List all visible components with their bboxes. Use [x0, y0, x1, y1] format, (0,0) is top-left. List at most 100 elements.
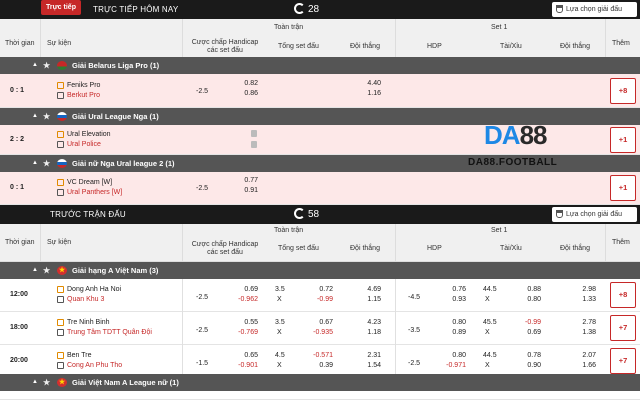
more-markets-button[interactable]: +1: [610, 127, 636, 153]
da88-logo: DA88 DA88.FOOTBALL: [468, 120, 590, 174]
odds-hcp-away[interactable]: -0.901: [232, 362, 258, 369]
more-markets-button[interactable]: +8: [610, 282, 636, 308]
league-header[interactable]: ▲ ★ Giải Belarus Liga Pro (1): [0, 57, 640, 74]
away-team[interactable]: Ural Police: [67, 141, 101, 148]
odds-hdp-away[interactable]: 0.93: [440, 296, 466, 303]
odds-tot-home[interactable]: -0.571: [307, 352, 333, 359]
odds-tot-home[interactable]: 0.67: [307, 319, 333, 326]
favorite-star-icon[interactable]: ★: [43, 57, 50, 74]
collapse-icon[interactable]: ▲: [32, 57, 38, 74]
odds-tot-away[interactable]: 0.39: [307, 362, 333, 369]
handicap-home-odds[interactable]: 0.77: [232, 177, 258, 184]
refresh-icon[interactable]: [294, 208, 305, 219]
header-fulltime: Toàn trận: [274, 227, 304, 234]
collapse-icon[interactable]: ▲: [32, 374, 38, 391]
collapse-icon[interactable]: ▲: [32, 155, 38, 172]
more-markets-button[interactable]: +1: [610, 175, 636, 201]
league-picker-button[interactable]: Lựa chọn giải đấu: [552, 207, 637, 222]
odds-s1-win-away[interactable]: 1.66: [570, 362, 596, 369]
winner-home-odds[interactable]: 4.40: [355, 80, 381, 87]
home-team[interactable]: Tre Ninh Binh: [67, 319, 110, 326]
league-name: Giải hạng A Việt Nam (3): [72, 266, 159, 275]
odds-ou-away[interactable]: 0.90: [515, 362, 541, 369]
away-team[interactable]: Quan Khu 3: [67, 296, 104, 303]
header-set1: Set 1: [491, 227, 508, 234]
match-score: 0 : 1: [10, 184, 25, 191]
odds-win-away[interactable]: 1.18: [355, 329, 381, 336]
odds-s1-win-home[interactable]: 2.78: [570, 319, 596, 326]
header-winner: Đội thắng: [350, 245, 380, 252]
match-time: 18:00: [10, 324, 28, 331]
odds-ou-home[interactable]: 0.88: [515, 286, 541, 293]
away-team[interactable]: Berkut Pro: [67, 92, 100, 99]
odds-hdp-away[interactable]: -0.971: [440, 362, 466, 369]
odds-ou-line: 44.5: [483, 286, 497, 293]
odds-hcp-home[interactable]: 0.55: [232, 319, 258, 326]
odds-s1-win-away[interactable]: 1.38: [570, 329, 596, 336]
home-team[interactable]: Feniks Pro: [67, 82, 100, 89]
header-set1-winner: Đội thắng: [560, 245, 590, 252]
odds-s1-win-home[interactable]: 2.07: [570, 352, 596, 359]
odds-hcp-home[interactable]: 0.69: [232, 286, 258, 293]
away-team[interactable]: Cong An Phu Tho: [67, 362, 122, 369]
favorite-star-icon[interactable]: ★: [43, 155, 50, 172]
odds-tot-line: 3.5: [275, 286, 285, 293]
handicap-home-odds[interactable]: 0.82: [232, 80, 258, 87]
home-team[interactable]: Ural Elevation: [67, 131, 111, 138]
league-header[interactable]: ▲ ★ ★ Giải Việt Nam A League nữ (1): [0, 374, 640, 391]
header-winner: Đội thắng: [350, 43, 380, 50]
odds-tot-away[interactable]: -0.99: [307, 296, 333, 303]
odds-hcp-away[interactable]: -0.769: [232, 329, 258, 336]
odds-tot-away[interactable]: -0.935: [307, 329, 333, 336]
more-markets-button[interactable]: +7: [610, 315, 636, 341]
odds-s1-win-home[interactable]: 2.98: [570, 286, 596, 293]
home-icon: [57, 286, 64, 293]
home-icon: [57, 179, 64, 186]
league-picker-button[interactable]: Lựa chọn giải đấu: [552, 2, 637, 17]
odds-ou-away[interactable]: 0.69: [515, 329, 541, 336]
prematch-count: 58: [308, 209, 320, 220]
odds-win-away[interactable]: 1.15: [355, 296, 381, 303]
league-header[interactable]: ▲ ★ ★ Giải hạng A Việt Nam (3): [0, 262, 640, 279]
odds-ou-home[interactable]: 0.78: [515, 352, 541, 359]
odds-ou-away[interactable]: 0.80: [515, 296, 541, 303]
odds-win-away[interactable]: 1.54: [355, 362, 381, 369]
away-team[interactable]: Ural Panthers [W]: [67, 189, 122, 196]
match-row: 0 : 1 VC Dream [W] Ural Panthers [W] -2.…: [0, 172, 640, 205]
odds-hdp-home[interactable]: 0.80: [440, 319, 466, 326]
home-team[interactable]: VC Dream [W]: [67, 179, 112, 186]
odds-hcp-away[interactable]: -0.962: [232, 296, 258, 303]
home-team[interactable]: Dong Anh Ha Noi: [67, 286, 121, 293]
header-hdp: HDP: [427, 245, 442, 252]
collapse-icon[interactable]: ▲: [32, 262, 38, 279]
odds-hdp-away[interactable]: 0.89: [440, 329, 466, 336]
odds-ou-x: X: [485, 296, 490, 303]
odds-hdp-home[interactable]: 0.80: [440, 352, 466, 359]
refresh-icon[interactable]: [294, 3, 305, 14]
winner-away-odds[interactable]: 1.16: [355, 90, 381, 97]
flag-belarus-icon: [57, 61, 67, 70]
collapse-icon[interactable]: ▲: [32, 108, 38, 125]
odds-win-home[interactable]: 4.23: [355, 319, 381, 326]
handicap-line: -2.5: [196, 185, 209, 192]
handicap-away-odds[interactable]: 0.86: [232, 90, 258, 97]
odds-hcp-home[interactable]: 0.65: [232, 352, 258, 359]
home-team[interactable]: Ben Tre: [67, 352, 92, 359]
favorite-star-icon[interactable]: ★: [43, 374, 50, 391]
more-markets-button[interactable]: +7: [610, 348, 636, 374]
odds-ou-home[interactable]: -0.99: [515, 319, 541, 326]
handicap-away-odds[interactable]: 0.91: [232, 187, 258, 194]
home-icon: [57, 352, 64, 359]
prematch-section-title: TRƯỚC TRẬN ĐẤU: [50, 210, 126, 219]
odds-tot-home[interactable]: 0.72: [307, 286, 333, 293]
odds-win-home[interactable]: 2.31: [355, 352, 381, 359]
trophy-icon: [556, 210, 563, 218]
odds-s1-win-away[interactable]: 1.33: [570, 296, 596, 303]
favorite-star-icon[interactable]: ★: [43, 108, 50, 125]
favorite-star-icon[interactable]: ★: [43, 262, 50, 279]
away-team[interactable]: Trung Tâm TDTT Quân Đội: [67, 329, 152, 336]
odds-win-home[interactable]: 4.69: [355, 286, 381, 293]
live-badge[interactable]: Trực tiếp: [41, 0, 81, 15]
more-markets-button[interactable]: +8: [610, 78, 636, 104]
odds-hdp-home[interactable]: 0.76: [440, 286, 466, 293]
